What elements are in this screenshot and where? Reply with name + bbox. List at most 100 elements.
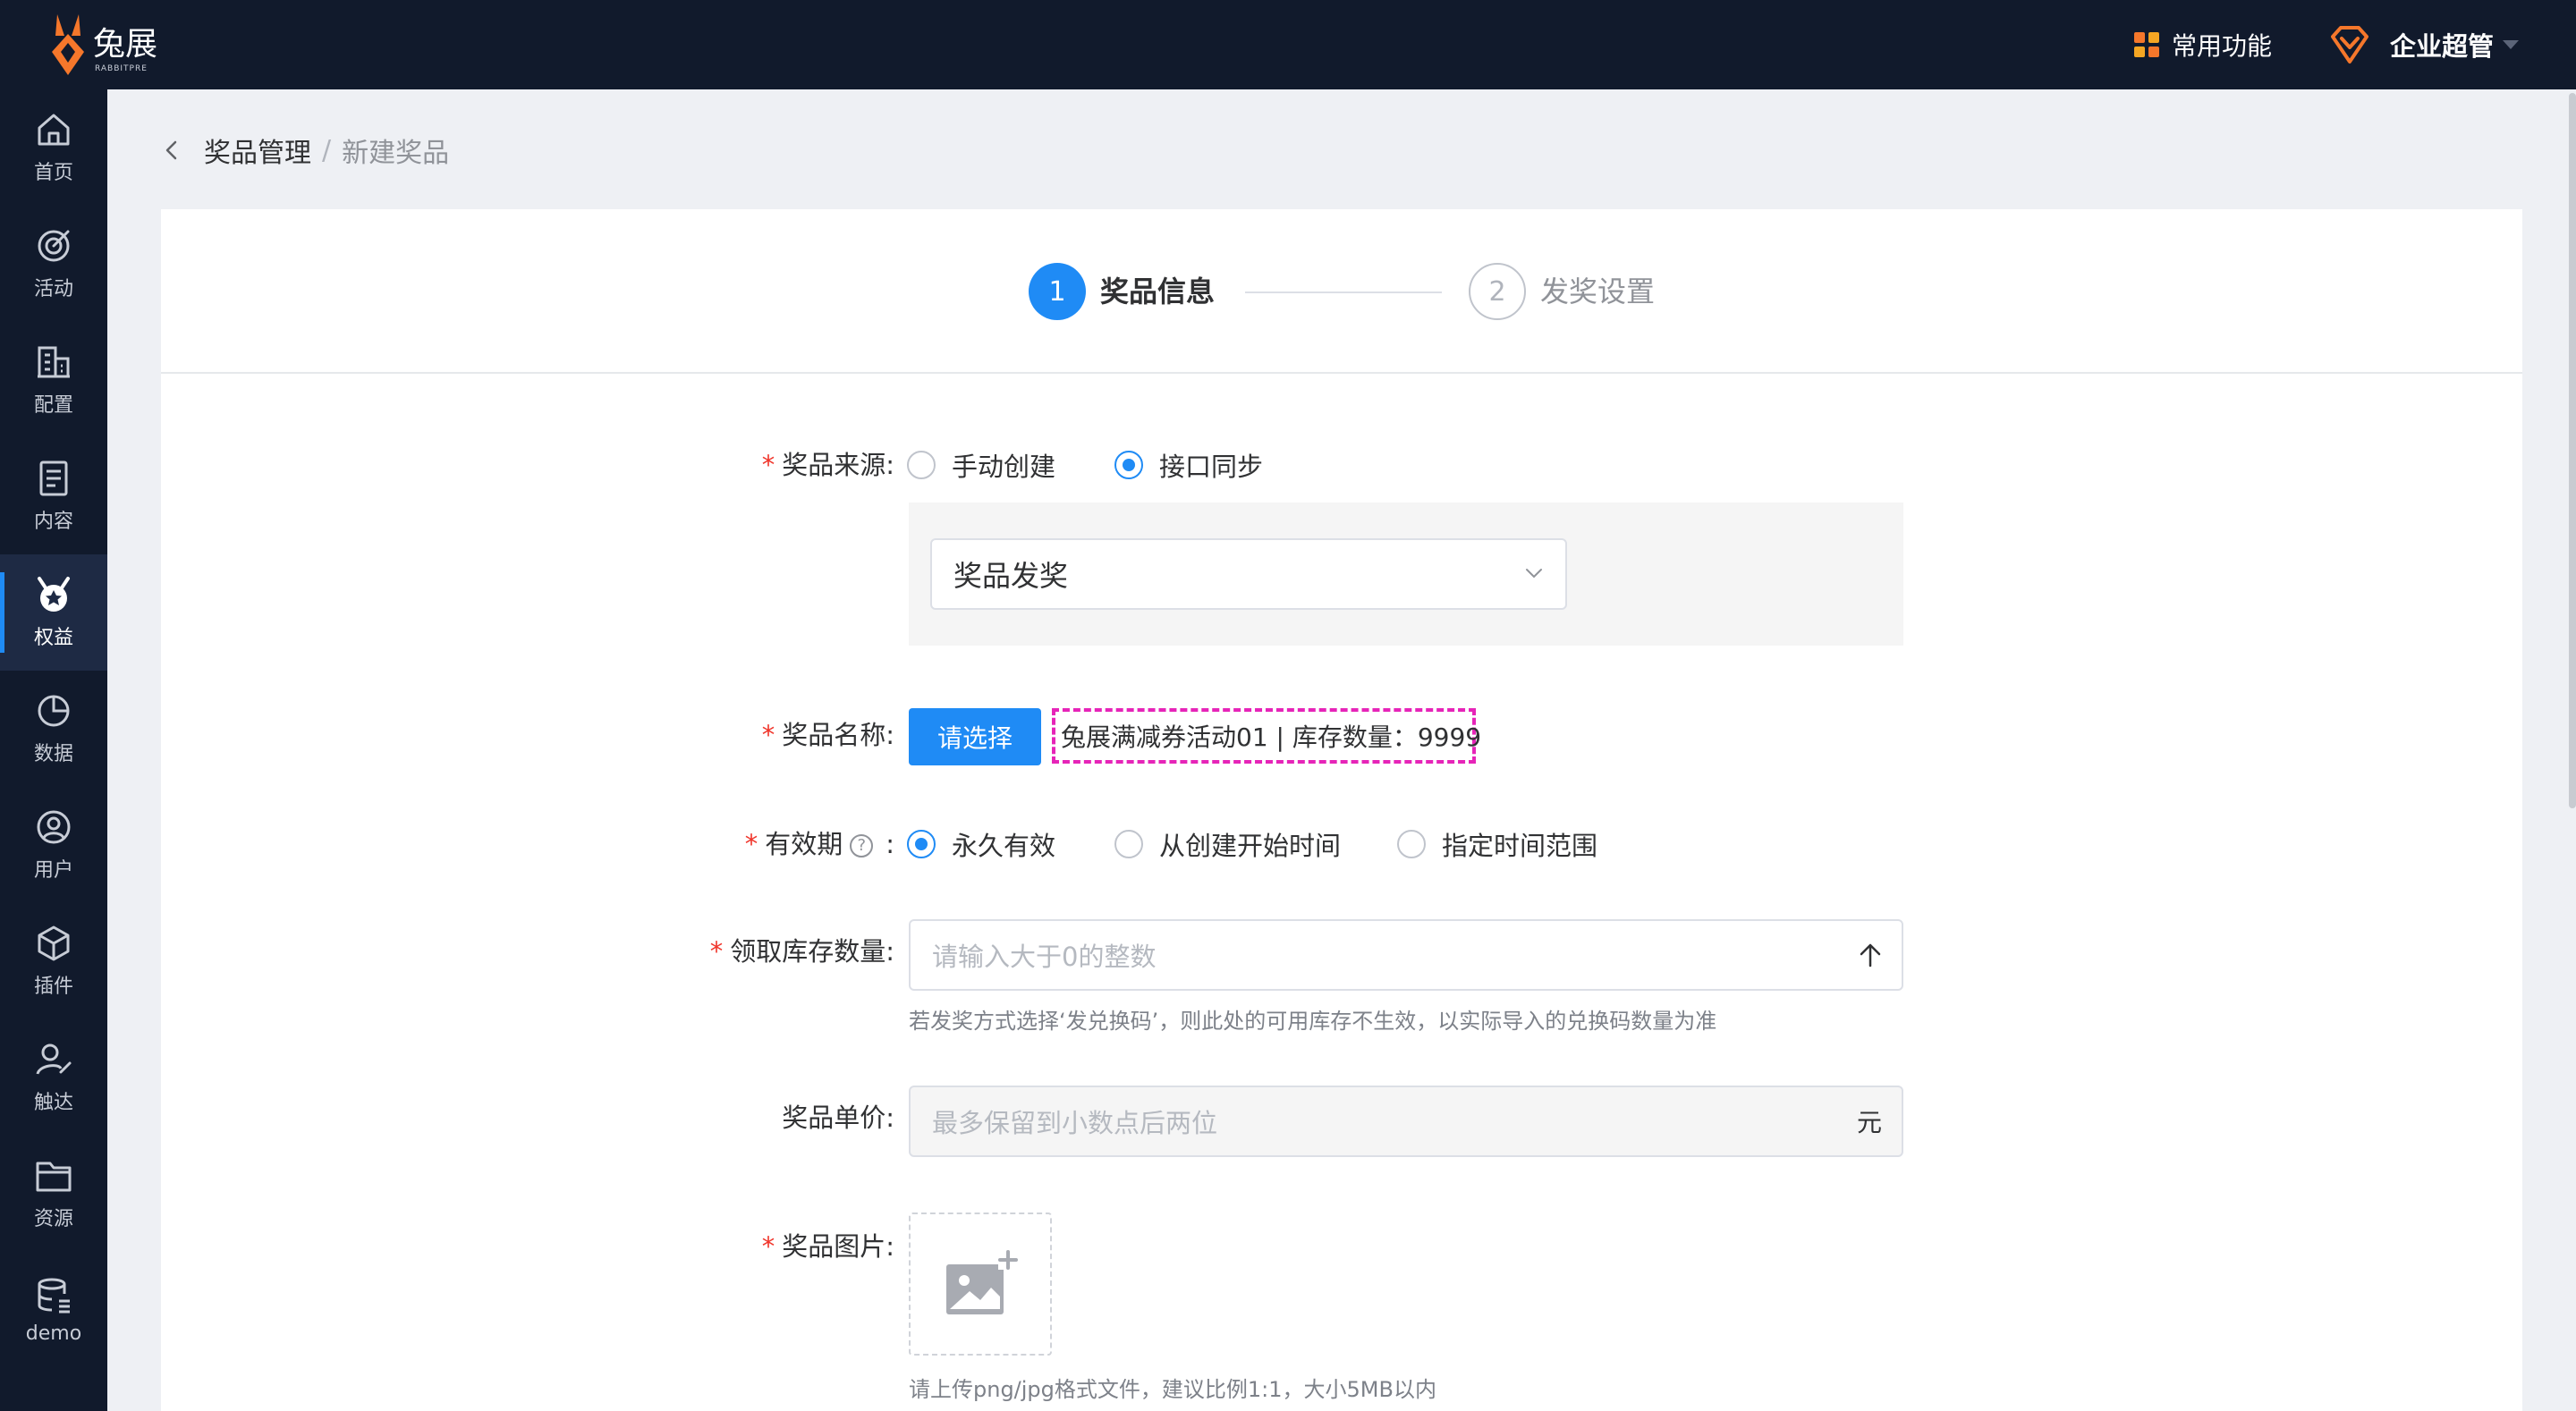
unit-price-placeholder: 最多保留到小数点后两位	[932, 1108, 1218, 1138]
radio-circle	[907, 451, 936, 479]
sidebar-item-data[interactable]: 数据	[0, 671, 107, 787]
prize-image-label: * 奖品图片:	[662, 1229, 894, 1264]
logo-text: 兔展	[93, 26, 158, 63]
sidebar-item-plugins[interactable]: 插件	[0, 903, 107, 1019]
stock-input[interactable]: 请输入大于0的整数	[909, 919, 1903, 991]
add-image-icon	[946, 1250, 1018, 1314]
sidebar-item-home[interactable]: 首页	[0, 89, 107, 206]
cube-icon	[38, 925, 70, 961]
arrow-up-icon[interactable]	[1859, 942, 1882, 967]
validity-label: * 有效期?:	[644, 826, 894, 862]
common-functions-button[interactable]: 常用功能	[2134, 27, 2272, 63]
help-circle-icon[interactable]: ?	[850, 834, 874, 858]
sync-source-select[interactable]: 奖品发奖	[930, 538, 1567, 610]
radio-circle	[1397, 830, 1426, 858]
logo[interactable]: 兔展 RABBITPRE	[41, 11, 166, 79]
pie-chart-icon	[38, 695, 70, 727]
sidebar-item-label: 活动	[33, 278, 73, 300]
select-value: 奖品发奖	[953, 559, 1069, 593]
sync-source-panel: 奖品发奖	[909, 503, 1903, 646]
step-connector	[1245, 291, 1442, 293]
required-mark: *	[744, 829, 758, 859]
unit-price-input[interactable]: 最多保留到小数点后两位 元	[909, 1086, 1903, 1157]
sidebar-item-reach[interactable]: 触达	[0, 1019, 107, 1136]
sidebar-item-label: demo	[25, 1322, 82, 1345]
stock-placeholder: 请输入大于0的整数	[932, 942, 1157, 972]
sidebar-item-demo[interactable]: demo	[0, 1252, 107, 1368]
breadcrumb-current: 新建奖品	[342, 138, 450, 169]
radio-permanent[interactable]: 永久有效	[907, 826, 1055, 862]
radio-circle-selected	[1114, 451, 1143, 479]
top-bar: 兔展 RABBITPRE 常用功能 企业超管	[0, 0, 2576, 89]
database-icon	[38, 1278, 70, 1313]
radio-circle-selected	[907, 830, 936, 858]
home-icon	[38, 114, 70, 146]
selected-prize-text: 兔展满减券活动01 | 库存数量：9999	[1052, 708, 1481, 764]
step-1-label: 奖品信息	[1100, 275, 1216, 308]
apps-grid-icon	[2134, 32, 2159, 57]
sidebar-item-activity[interactable]: 活动	[0, 206, 107, 322]
currency-suffix: 元	[1856, 1108, 1882, 1137]
chevron-left-icon[interactable]	[161, 139, 182, 161]
label-colon: :	[886, 829, 894, 859]
sidebar-item-content[interactable]: 内容	[0, 438, 107, 554]
building-icon	[38, 346, 70, 378]
stock-label-text: 领取库存数量:	[730, 936, 894, 967]
chevron-down-icon	[2503, 40, 2520, 49]
sidebar-item-resources[interactable]: 资源	[0, 1136, 107, 1252]
required-mark: *	[761, 450, 775, 480]
unit-price-label-text: 奖品单价:	[782, 1103, 894, 1133]
document-icon	[39, 460, 68, 496]
choose-prize-button[interactable]: 请选择	[909, 708, 1041, 765]
stock-hint: 若发奖方式选择‘发兑换码’，则此处的可用库存不生效，以实际导入的兑换码数量为准	[909, 1009, 1717, 1034]
step-2-circle: 2	[1469, 263, 1526, 320]
user-role-label: 企业超管	[2390, 31, 2495, 62]
sidebar-item-label: 权益	[33, 627, 73, 649]
required-mark: *	[761, 1231, 775, 1262]
radio-label: 从创建开始时间	[1159, 831, 1342, 861]
required-mark: *	[761, 720, 775, 750]
validity-label-text: 有效期	[765, 829, 843, 859]
prize-name-label: * 奖品名称:	[662, 717, 894, 753]
sidebar-item-label: 用户	[33, 859, 73, 882]
sidebar-item-label: 首页	[33, 162, 73, 184]
radio-circle	[1114, 830, 1143, 858]
sidebar-item-benefits[interactable]: 权益	[0, 554, 107, 671]
prize-name-label-text: 奖品名称:	[782, 720, 894, 750]
radio-from-creation[interactable]: 从创建开始时间	[1114, 826, 1341, 862]
prize-source-label-text: 奖品来源:	[782, 450, 894, 480]
form-card: 1 奖品信息 2 发奖设置 * 奖品来源: 手动创建 接口同步 奖品发奖 * 奖品名…	[161, 209, 2522, 1411]
radio-label: 手动创建	[952, 452, 1056, 482]
chevron-down-icon	[1526, 569, 1542, 579]
sidebar: 首页 活动 配置 内容 权益 数据 用户 插件 触达 资源 demo	[0, 89, 107, 1411]
breadcrumb-separator: /	[322, 134, 332, 166]
page-scrollbar[interactable]	[2569, 93, 2576, 808]
common-functions-label: 常用功能	[2172, 31, 2273, 61]
diamond-icon	[2331, 26, 2368, 63]
radio-time-range[interactable]: 指定时间范围	[1397, 826, 1597, 862]
prize-image-label-text: 奖品图片:	[782, 1231, 894, 1262]
unit-price-label: 奖品单价:	[662, 1100, 894, 1136]
user-menu[interactable]: 企业超管	[2327, 21, 2520, 68]
stock-label: * 领取库存数量:	[608, 934, 894, 969]
radio-manual-create[interactable]: 手动创建	[907, 447, 1055, 483]
radio-api-sync[interactable]: 接口同步	[1114, 447, 1263, 483]
prize-source-label: * 奖品来源:	[662, 447, 894, 483]
radio-label: 指定时间范围	[1442, 831, 1598, 861]
sidebar-item-label: 数据	[33, 743, 73, 765]
rabbit-logo-icon	[52, 14, 84, 75]
sidebar-item-config[interactable]: 配置	[0, 322, 107, 438]
image-upload-hint: 请上传png/jpg格式文件，建议比例1:1，大小5MB以内	[909, 1377, 1436, 1402]
folder-icon	[36, 1162, 72, 1192]
breadcrumb-parent-link[interactable]: 奖品管理	[204, 131, 311, 170]
image-upload-area[interactable]	[909, 1212, 1052, 1356]
breadcrumb: 奖品管理 / 新建奖品	[161, 131, 449, 170]
user-reach-icon	[36, 1043, 72, 1075]
sidebar-item-label: 插件	[33, 976, 73, 998]
sidebar-item-users[interactable]: 用户	[0, 787, 107, 903]
user-circle-icon	[37, 810, 71, 844]
step-1-circle: 1	[1029, 263, 1086, 320]
medal-icon	[38, 577, 70, 612]
steps-bar: 1 奖品信息 2 发奖设置	[161, 209, 2522, 374]
logo-subtext: RABBITPRE	[95, 64, 148, 73]
